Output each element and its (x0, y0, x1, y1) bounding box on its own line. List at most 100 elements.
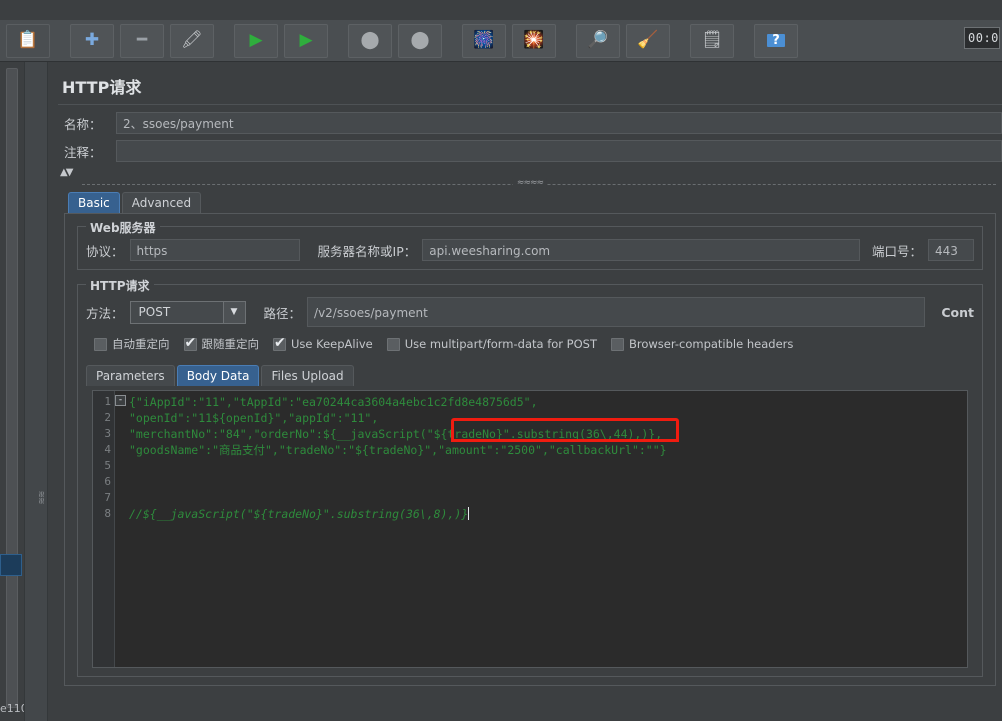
start-test-button[interactable]: ▶ (234, 23, 278, 58)
comment-input[interactable] (116, 140, 1002, 162)
question-mark-icon: ? (767, 34, 785, 47)
checkbox-follow-redirect-icon[interactable] (183, 335, 197, 351)
list-icon: 🗒 (701, 30, 723, 50)
tab-body-data[interactable]: Body Data (176, 365, 260, 386)
line-number: 3 (104, 427, 111, 440)
shutdown-test-button[interactable]: ⬤ (398, 23, 442, 58)
stop-icon: ⬤ (360, 30, 380, 50)
option-follow-redirect[interactable]: 跟随重定向 (183, 335, 260, 352)
option-auto-redirect[interactable]: 自动重定向 (94, 336, 170, 352)
method-select[interactable]: POST ▼ (129, 300, 246, 324)
code-line: "goodsName":"商品支付","tradeNo":"${tradeNo}… (129, 443, 667, 457)
port-label: 端口号： (871, 243, 922, 259)
option-browser-headers[interactable]: Browser-compatible headers (611, 337, 793, 351)
line-number: 4 (104, 443, 111, 456)
checkbox-keepalive-icon[interactable] (273, 335, 286, 351)
checkbox-multipart-icon[interactable] (386, 337, 400, 351)
start-no-pauses-button[interactable]: ▶ (284, 23, 328, 58)
method-selected-value: POST (138, 305, 171, 319)
code-line: {"iAppId":"11","tAppId":"ea70244ca3604a4… (129, 395, 538, 409)
splitter-grip-icon: ≋≋ (35, 490, 46, 504)
content-encoding-label: Cont (941, 304, 974, 320)
tab-advanced[interactable]: Advanced (121, 192, 202, 213)
clear-all-button[interactable]: 🧹 (626, 23, 670, 58)
code-line: "merchantNo":"84","orderNo":${__javaScri… (129, 427, 663, 441)
option-browser-headers-label: Browser-compatible headers (629, 337, 794, 351)
line-number: 7 (104, 491, 111, 504)
stop-test-button[interactable]: ⬤ (348, 23, 392, 58)
path-label: 路径： (263, 305, 302, 321)
checkbox-auto-redirect-icon[interactable] (94, 337, 107, 351)
window-top-strip (0, 0, 1002, 20)
remote-start-icon: 🎆 (473, 30, 495, 50)
chevron-down-icon[interactable]: ▼ (222, 301, 245, 323)
option-auto-redirect-label: 自动重定向 (112, 337, 170, 351)
code-line: "openId":"11${openId}","appId":"11", (129, 411, 379, 425)
main-toolbar: 📋 ✚ ━ 🖍 ▶ ▶ ⬤ ⬤ 🎆 🎇 🔎 🧹 🗒 ? 00:0 (0, 20, 1002, 62)
plus-icon: ✚ (84, 30, 100, 50)
tab-basic[interactable]: Basic (68, 192, 120, 213)
line-number: 6 (104, 475, 111, 488)
name-label: 名称： (64, 116, 102, 132)
tree-scrollbar[interactable] (6, 68, 18, 708)
basic-tab-content: Web服务器 协议： https 服务器名称或IP： api.weesharin… (64, 213, 996, 686)
comment-row: 注释： (58, 139, 1002, 163)
comment-label: 注释： (64, 144, 102, 160)
web-server-legend: Web服务器 (86, 219, 160, 236)
path-input[interactable]: /v2/ssoes/payment (307, 297, 926, 327)
divider-grip-icon[interactable]: ≈≈≈≈ (512, 178, 548, 188)
option-keepalive[interactable]: Use KeepAlive (273, 335, 373, 351)
line-number: 2 (104, 411, 111, 424)
web-server-row: 协议： https 服务器名称或IP： api.weesharing.com 端… (86, 239, 974, 261)
tree-selected-node[interactable] (0, 554, 22, 576)
section-divider: ≈≈≈≈ (58, 178, 1002, 189)
remote-start-all-button[interactable]: 🎆 (462, 23, 506, 58)
remove-element-button[interactable]: ━ (120, 23, 164, 58)
protocol-input[interactable]: https (129, 239, 300, 261)
elapsed-timer: 00:0 (964, 27, 1000, 49)
line-number: 5 (104, 459, 111, 472)
method-label: 方法： (86, 305, 124, 321)
body-data-editor[interactable]: 1 2 3 4 5 6 7 8 - {"iAppId":"11","tAppId… (92, 390, 968, 668)
name-row: 名称： 2、ssoes/payment (58, 111, 1002, 135)
tab-parameters[interactable]: Parameters (86, 365, 175, 386)
tab-files-upload[interactable]: Files Upload (261, 365, 354, 386)
name-input[interactable]: 2、ssoes/payment (116, 112, 1002, 134)
page-title: HTTP请求 (62, 78, 142, 97)
remote-stop-all-button[interactable]: 🎇 (512, 23, 556, 58)
option-multipart[interactable]: Use multipart/form-data for POST (386, 337, 597, 351)
option-keepalive-label: Use KeepAlive (291, 337, 373, 351)
clipboard-icon: 📋 (17, 30, 39, 50)
help-button[interactable]: ? (754, 23, 798, 58)
code-line-comment: //${__javaScript("${tradeNo}".substring(… (129, 506, 967, 522)
toggle-element-button[interactable]: 🖍 (170, 23, 214, 58)
data-tabs: Parameters Body Data Files Upload (86, 364, 974, 386)
templates-button[interactable]: 📋 (6, 23, 50, 58)
line-number: 8 (104, 507, 111, 520)
remote-stop-icon: 🎇 (523, 30, 545, 50)
line-number: 1 (104, 395, 111, 408)
binoculars-icon: 🔎 (587, 30, 609, 50)
search-button[interactable]: 🔎 (576, 23, 620, 58)
add-element-button[interactable]: ✚ (70, 23, 114, 58)
http-request-legend: HTTP请求 (86, 277, 154, 294)
server-input[interactable]: api.weesharing.com (422, 239, 860, 261)
request-tabs: Basic Advanced (58, 191, 1002, 213)
play-no-pauses-icon: ▶ (299, 30, 313, 50)
server-label: 服务器名称或IP： (317, 243, 417, 259)
pencil-icon: 🖍 (181, 30, 203, 50)
minus-icon: ━ (136, 30, 148, 50)
port-input[interactable]: 443 (928, 239, 974, 261)
panel-splitter[interactable]: ≋≋ (24, 62, 48, 721)
checkbox-browser-headers-icon[interactable] (611, 337, 624, 351)
function-helper-button[interactable]: 🗒 (690, 23, 734, 58)
editor-content[interactable]: {"iAppId":"11","tAppId":"ea70244ca3604a4… (115, 391, 967, 667)
text-caret (468, 507, 470, 520)
option-follow-redirect-label: 跟随重定向 (201, 337, 260, 351)
title-divider (58, 104, 1002, 105)
request-options: 自动重定向 跟随重定向 Use KeepAlive Use multipart/… (86, 335, 974, 352)
comment-text: //${__javaScript("${tradeNo}".substring(… (129, 507, 469, 521)
